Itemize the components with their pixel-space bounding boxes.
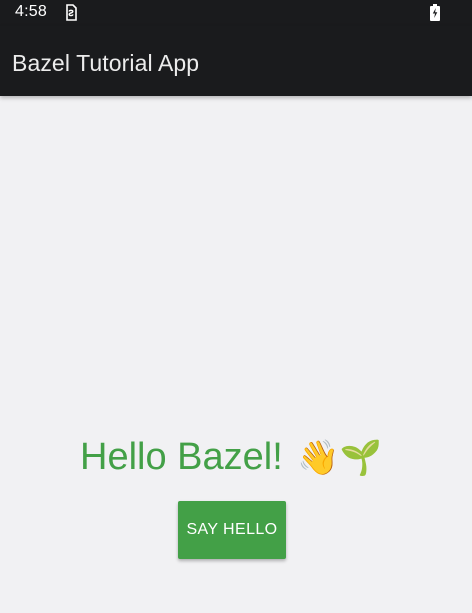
main-content: Hello Bazel! 👋🌱 SAY HELLO — [0, 96, 472, 613]
app-bar: Bazel Tutorial App — [0, 26, 472, 96]
greeting-text-container: Hello Bazel! 👋🌱 — [0, 432, 462, 483]
greeting-text: Hello Bazel! — [80, 436, 283, 478]
greeting-emoji: 👋🌱 — [297, 439, 382, 477]
sim-card-icon — [66, 4, 77, 21]
status-bar: 4:58 — [0, 0, 472, 26]
battery-charging-icon — [430, 4, 440, 21]
say-hello-button[interactable]: SAY HELLO — [178, 501, 286, 559]
status-time: 4:58 — [15, 3, 47, 20]
app-title: Bazel Tutorial App — [12, 50, 200, 76]
